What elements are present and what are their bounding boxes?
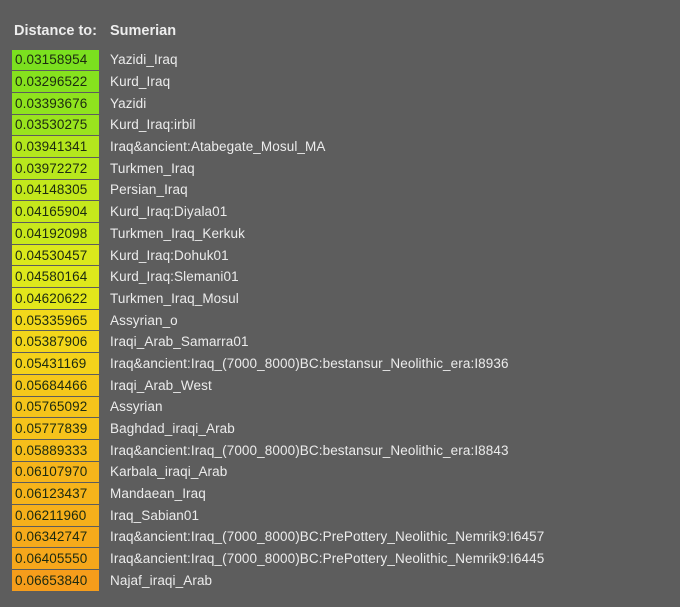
distance-value: 0.05431169: [12, 353, 99, 374]
population-name: Turkmen_Iraq_Kerkuk: [110, 225, 245, 241]
population-name: Kurd_Iraq:Slemani01: [110, 269, 239, 285]
distance-value: 0.06653840: [12, 570, 99, 591]
population-name: Iraq&ancient:Iraq_(7000_8000)BC:PrePotte…: [110, 529, 545, 545]
distance-label: Distance to:: [14, 23, 97, 39]
distance-value: 0.04148305: [12, 179, 99, 201]
list-item: 0.06123437 Mandaean_Iraq: [12, 483, 672, 505]
list-item: 0.04148305 Persian_Iraq: [12, 179, 672, 201]
distance-value: 0.03972272: [12, 157, 99, 179]
population-name: Yazidi_Iraq: [110, 52, 178, 68]
population-name: Iraq_Sabian01: [110, 507, 200, 523]
list-item: 0.04580164 Kurd_Iraq:Slemani01: [12, 266, 672, 288]
population-name: Iraqi_Arab_Samarra01: [110, 334, 249, 350]
distance-value: 0.05765092: [12, 396, 99, 418]
list-item: 0.04192098 Turkmen_Iraq_Kerkuk: [12, 223, 672, 245]
distance-value: 0.05684466: [12, 374, 99, 396]
list-item: 0.03158954 Yazidi_Iraq: [12, 49, 672, 71]
population-name: Yazidi: [110, 95, 147, 111]
list-item: 0.03972272 Turkmen_Iraq: [12, 157, 672, 179]
distance-value: 0.06405550: [12, 548, 99, 569]
population-name: Assyrian_o: [110, 312, 178, 328]
population-name: Iraq&ancient:Iraq_(7000_8000)BC:PrePotte…: [110, 551, 545, 567]
population-name: Turkmen_Iraq_Mosul: [110, 290, 239, 306]
distance-value: 0.06123437: [12, 483, 99, 504]
list-item: 0.06653840 Najaf_iraqi_Arab: [12, 570, 672, 592]
header: Distance to: Sumerian: [14, 20, 176, 42]
population-name: Persian_Iraq: [110, 182, 188, 198]
population-name: Karbala_iraqi_Arab: [110, 464, 228, 480]
distance-value: 0.05889333: [12, 439, 99, 461]
distance-value: 0.05335965: [12, 309, 99, 331]
distance-value: 0.06342747: [12, 526, 99, 548]
list-item: 0.04165904 Kurd_Iraq:Diyala01: [12, 201, 672, 223]
distance-list: 0.03158954 Yazidi_Iraq 0.03296522 Kurd_Iraq…: [12, 49, 672, 591]
distance-value: 0.06107970: [12, 461, 99, 483]
distance-value: 0.05387906: [12, 331, 99, 353]
population-name: Assyrian: [110, 399, 163, 415]
distance-value: 0.06211960: [12, 504, 99, 526]
distance-value: 0.03941341: [12, 136, 99, 157]
list-item: 0.04530457 Kurd_Iraq:Dohuk01: [12, 244, 672, 266]
distance-value: 0.04192098: [12, 223, 99, 244]
distance-value: 0.04580164: [12, 266, 99, 288]
list-item: 0.05765092 Assyrian: [12, 396, 672, 418]
distance-value: 0.04620622: [12, 288, 99, 309]
list-item: 0.04620622 Turkmen_Iraq_Mosul: [12, 288, 672, 310]
list-item: 0.06405550 Iraq&ancient:Iraq_(7000_8000)B…: [12, 548, 672, 570]
list-item: 0.05684466 Iraqi_Arab_West: [12, 374, 672, 396]
list-item: 0.05889333 Iraq&ancient:Iraq_(7000_8000)B…: [12, 439, 672, 461]
population-name: Iraqi_Arab_West: [110, 377, 212, 393]
population-name: Kurd_Iraq:Dohuk01: [110, 247, 229, 263]
population-name: Iraq&ancient:Iraq_(7000_8000)BC:bestansu…: [110, 442, 509, 458]
population-name: Kurd_Iraq: [110, 74, 171, 90]
list-item: 0.06211960 Iraq_Sabian01: [12, 504, 672, 526]
population-name: Iraq&ancient:Iraq_(7000_8000)BC:bestansu…: [110, 355, 509, 371]
target-population: Sumerian: [110, 23, 177, 39]
population-name: Kurd_Iraq:irbil: [110, 117, 196, 133]
distance-value: 0.05777839: [12, 418, 99, 439]
population-name: Najaf_iraqi_Arab: [110, 572, 213, 588]
population-name: Mandaean_Iraq: [110, 486, 206, 502]
population-name: Iraq&ancient:Atabegate_Mosul_MA: [110, 139, 326, 155]
list-item: 0.06342747 Iraq&ancient:Iraq_(7000_8000)B…: [12, 526, 672, 548]
population-name: Baghdad_iraqi_Arab: [110, 421, 235, 437]
list-item: 0.03530275 Kurd_Iraq:irbil: [12, 114, 672, 136]
list-item: 0.03941341 Iraq&ancient:Atabegate_Mosul_M…: [12, 136, 672, 158]
population-name: Kurd_Iraq:Diyala01: [110, 204, 228, 220]
list-item: 0.05777839 Baghdad_iraqi_Arab: [12, 418, 672, 440]
list-item: 0.05431169 Iraq&ancient:Iraq_(7000_8000)B…: [12, 353, 672, 375]
population-name: Turkmen_Iraq: [110, 160, 195, 176]
list-item: 0.05387906 Iraqi_Arab_Samarra01: [12, 331, 672, 353]
distance-value: 0.03158954: [12, 49, 99, 71]
distance-value: 0.03530275: [12, 114, 99, 136]
distance-value: 0.03296522: [12, 71, 99, 92]
distance-value: 0.04530457: [12, 244, 99, 266]
list-item: 0.03393676 Yazidi: [12, 92, 672, 114]
distance-value: 0.04165904: [12, 201, 99, 222]
distance-value: 0.03393676: [12, 92, 99, 114]
list-item: 0.05335965 Assyrian_o: [12, 309, 672, 331]
list-item: 0.06107970 Karbala_iraqi_Arab: [12, 461, 672, 483]
list-item: 0.03296522 Kurd_Iraq: [12, 71, 672, 93]
